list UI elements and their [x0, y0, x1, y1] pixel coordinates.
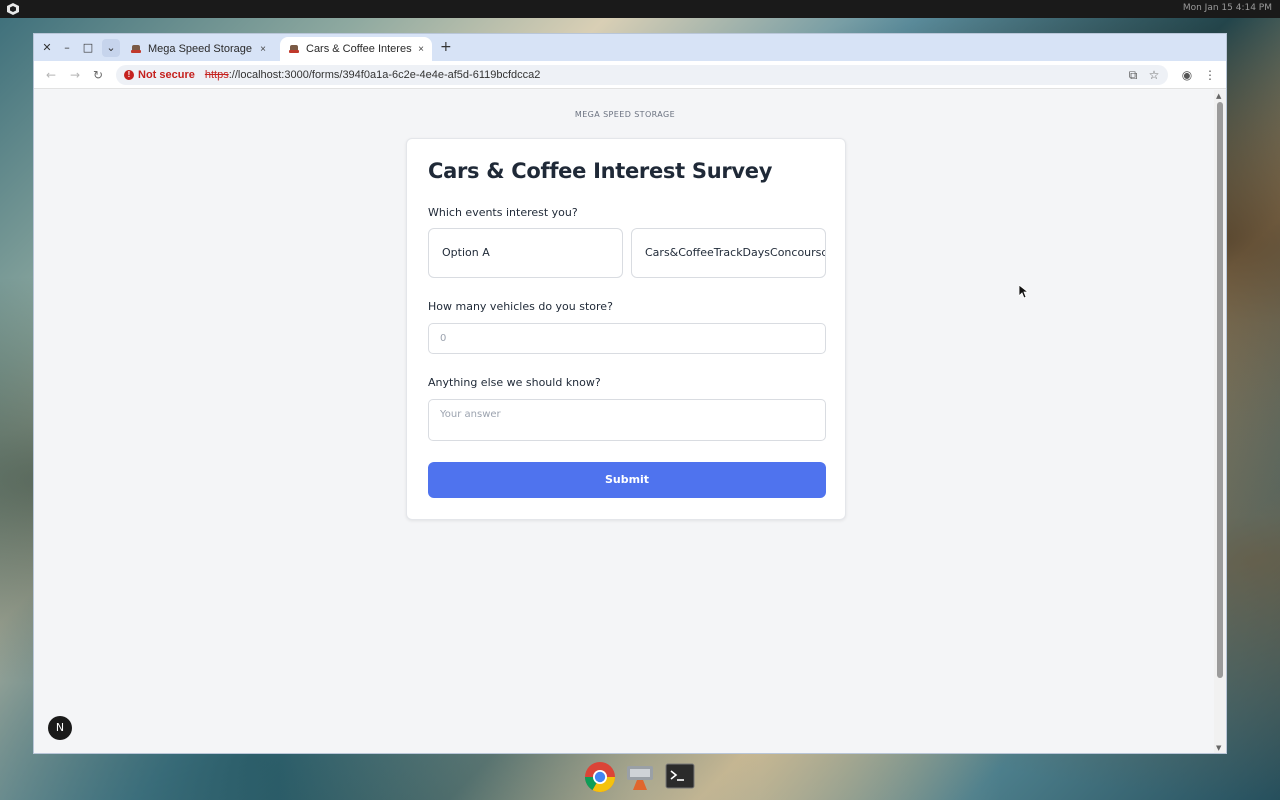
- window-close-icon[interactable]: ✕: [38, 39, 56, 57]
- top-panel: Mon Jan 15 4:14 PM: [0, 0, 1280, 18]
- tab-cars-coffee-survey[interactable]: Cars & Coffee Interest S ×: [280, 37, 432, 61]
- browser-window: ✕ – □ ⌄ Mega Speed Storage × Cars & Coff…: [33, 33, 1227, 754]
- menu-icon[interactable]: ⋮: [1202, 67, 1218, 83]
- tab-title: Mega Speed Storage: [148, 43, 252, 55]
- notes-textarea[interactable]: Your answer: [428, 399, 826, 441]
- tab-title: Cars & Coffee Interest S: [306, 43, 413, 55]
- scroll-up-icon[interactable]: ▲: [1216, 92, 1221, 100]
- profile-icon[interactable]: ◉: [1179, 67, 1195, 83]
- window-minimize-icon[interactable]: –: [58, 39, 76, 57]
- mouse-cursor-icon: [1019, 285, 1029, 299]
- tab-mega-speed-storage[interactable]: Mega Speed Storage ×: [122, 37, 274, 61]
- dev-tools-badge[interactable]: N: [48, 716, 72, 740]
- system-logo-icon[interactable]: [6, 2, 20, 16]
- terminal-icon[interactable]: [663, 760, 697, 794]
- question-events-label: Which events interest you?: [428, 206, 578, 219]
- submit-button[interactable]: Submit: [428, 462, 826, 498]
- window-maximize-icon[interactable]: □: [79, 39, 97, 57]
- chrome-icon[interactable]: [583, 760, 617, 794]
- page-viewport: MEGA SPEED STORAGE Cars & Coffee Interes…: [34, 90, 1216, 753]
- survey-card: Cars & Coffee Interest Survey Which even…: [406, 138, 846, 520]
- security-indicator[interactable]: ! Not secure: [124, 69, 195, 81]
- back-icon[interactable]: ←: [43, 67, 59, 83]
- tab-search-icon[interactable]: ⌄: [102, 39, 120, 57]
- vehicles-count-input[interactable]: 0: [428, 323, 826, 354]
- app-icon[interactable]: [623, 760, 657, 794]
- question-vehicles-label: How many vehicles do you store?: [428, 300, 613, 313]
- page-scrollbar[interactable]: ▲ ▼: [1214, 90, 1226, 753]
- dock: [580, 757, 702, 797]
- reload-icon[interactable]: ↻: [90, 67, 106, 83]
- browser-toolbar: ← → ↻ ! Not secure https ://localhost:30…: [34, 61, 1226, 89]
- event-option-a[interactable]: Option A: [428, 228, 623, 278]
- tab-close-icon[interactable]: ×: [260, 44, 266, 55]
- clock[interactable]: Mon Jan 15 4:14 PM: [1183, 3, 1272, 13]
- car-favicon-icon: [131, 45, 141, 53]
- address-bar[interactable]: ! Not secure https ://localhost:3000/for…: [116, 65, 1168, 85]
- car-favicon-icon: [289, 45, 299, 53]
- event-option-b[interactable]: Cars&CoffeeTrackDaysConcoursd'Elegance: [631, 228, 826, 278]
- brand-header: MEGA SPEED STORAGE: [574, 110, 676, 119]
- tab-strip: ✕ – □ ⌄ Mega Speed Storage × Cars & Coff…: [34, 34, 1226, 61]
- forward-icon[interactable]: →: [67, 67, 83, 83]
- install-app-icon[interactable]: ⧉: [1125, 67, 1141, 83]
- scroll-down-icon[interactable]: ▼: [1216, 744, 1221, 752]
- url-path: ://localhost:3000/forms/394f0a1a-6c2e-4e…: [228, 69, 541, 81]
- warning-icon: !: [124, 70, 134, 80]
- tab-close-icon[interactable]: ×: [418, 44, 424, 55]
- url-scheme: https: [204, 69, 229, 81]
- new-tab-button[interactable]: +: [440, 39, 452, 55]
- scrollbar-thumb[interactable]: [1217, 102, 1223, 678]
- not-secure-label: Not secure: [138, 69, 195, 81]
- question-notes-label: Anything else we should know?: [428, 376, 601, 389]
- bookmark-star-icon[interactable]: ☆: [1146, 67, 1162, 83]
- form-title: Cars & Coffee Interest Survey: [428, 159, 773, 183]
